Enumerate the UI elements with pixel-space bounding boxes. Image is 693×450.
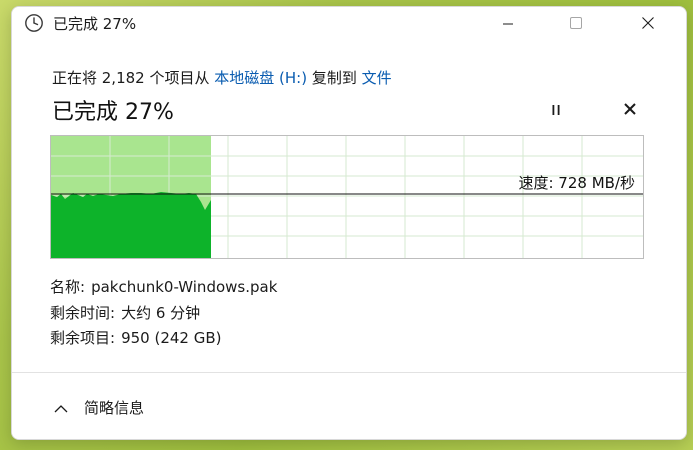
copy-progress-dialog: 已完成 27% 正在将 2,182 个项目从 本地磁盘 (H:) 复制到 文件 … [11,6,687,440]
transfer-speed-graph: 速度: 728 MB/秒 [50,135,644,259]
items-remaining-label: 剩余项目: [50,329,116,347]
file-name-row: 名称: pakchunk0-Windows.pak [50,276,277,297]
minimize-button[interactable] [485,7,531,41]
close-button[interactable] [625,7,671,41]
destination-link[interactable]: 文件 [362,69,392,87]
file-name-value: pakchunk0-Windows.pak [91,278,278,296]
maximize-button[interactable] [553,7,599,41]
items-remaining-value: 950 (242 GB) [121,329,222,347]
speed-graph-canvas [51,136,643,258]
fewer-details-label: 简略信息 [84,399,145,417]
chevron-up-icon [54,399,68,417]
minimize-icon [502,15,514,34]
operation-prefix: 正在将 2,182 个项目从 [52,69,215,87]
window-title: 已完成 27% [53,15,137,33]
file-name-label: 名称: [50,278,86,296]
time-remaining-label: 剩余时间: [50,304,116,322]
pause-button[interactable] [542,99,570,121]
maximize-icon [569,15,583,34]
cancel-button[interactable] [616,99,644,121]
dialog-footer: 简略信息 [12,372,686,439]
title-bar[interactable]: 已完成 27% [12,7,686,41]
speed-history-area [51,192,211,258]
speed-readout: 速度: 728 MB/秒 [518,174,635,192]
items-remaining-row: 剩余项目: 950 (242 GB) [50,327,221,348]
pause-icon [550,101,562,120]
operation-middle: 复制到 [307,69,362,87]
progress-status: 已完成 27% [52,100,174,125]
time-remaining-row: 剩余时间: 大约 6 分钟 [50,302,200,323]
clock-icon [24,13,44,33]
source-link[interactable]: 本地磁盘 (H:) [214,69,307,87]
time-remaining-value: 大约 6 分钟 [121,304,201,322]
fewer-details-toggle[interactable]: 简略信息 [54,397,144,418]
operation-description: 正在将 2,182 个项目从 本地磁盘 (H:) 复制到 文件 [52,67,392,88]
close-icon [641,15,655,34]
cancel-icon [623,101,637,120]
